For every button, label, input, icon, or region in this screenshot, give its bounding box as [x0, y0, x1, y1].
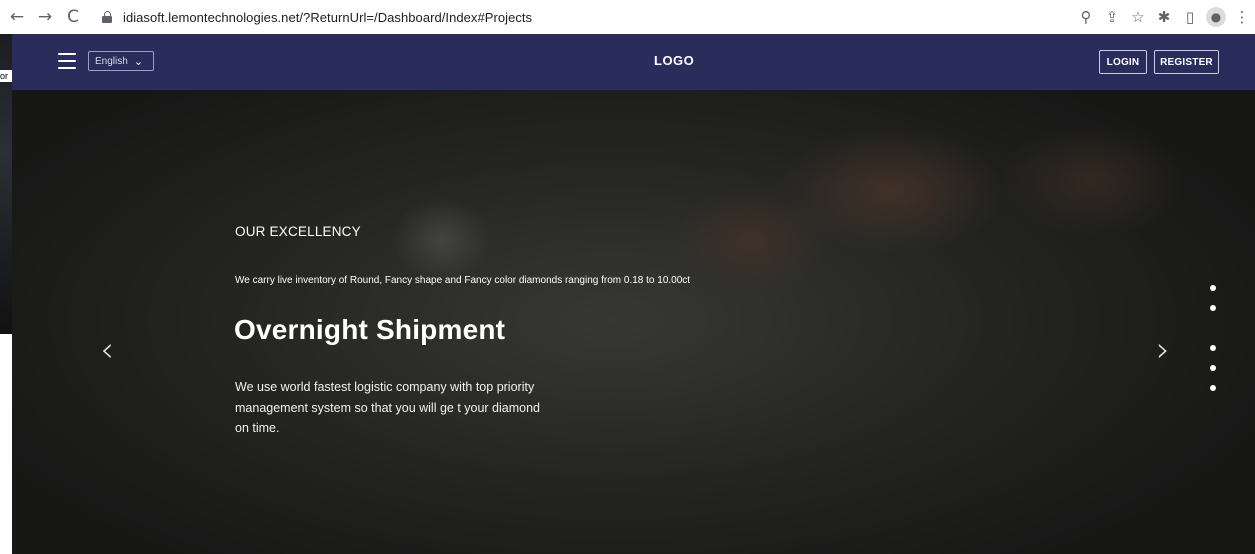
carousel-next-arrow-icon[interactable]: ›: [1148, 330, 1178, 370]
reload-icon[interactable]: C: [62, 6, 84, 28]
browser-toolbar: ← → C idiasoft.lemontechnologies.net/?Re…: [0, 0, 1255, 34]
carousel-indicators: [1210, 285, 1218, 405]
chevron-down-icon: ⌄: [133, 54, 144, 68]
extensions-icon[interactable]: ✱: [1151, 4, 1177, 30]
background-window-text: or: [0, 70, 12, 82]
language-selected-label: English: [95, 55, 128, 67]
share-icon[interactable]: ⇪: [1099, 4, 1125, 30]
site-logo[interactable]: LOGO: [654, 53, 694, 68]
background-window-strip: or: [0, 34, 12, 554]
carousel-prev-arrow-icon[interactable]: ‹: [92, 330, 122, 370]
menu-icon[interactable]: ⋮: [1229, 4, 1255, 30]
back-icon[interactable]: ←: [6, 6, 28, 28]
bookmark-star-icon[interactable]: ☆: [1125, 4, 1151, 30]
side-panel-icon[interactable]: ▯: [1177, 4, 1203, 30]
forward-icon[interactable]: →: [34, 6, 56, 28]
carousel-dot[interactable]: [1210, 305, 1216, 311]
carousel-dot[interactable]: [1210, 385, 1216, 391]
register-button[interactable]: REGISTER: [1154, 50, 1219, 74]
hero-small-description: We carry live inventory of Round, Fancy …: [235, 275, 691, 286]
profile-icon[interactable]: ●: [1203, 4, 1229, 30]
carousel-dot[interactable]: [1210, 285, 1216, 291]
carousel-dot[interactable]: [1210, 365, 1216, 371]
hero-headline: Overnight Shipment: [234, 314, 506, 345]
zoom-icon[interactable]: ⚲: [1073, 4, 1099, 30]
hero-eyebrow: OUR EXCELLENCY: [235, 224, 361, 239]
language-select[interactable]: English ⌄: [88, 51, 154, 71]
site-header: English ⌄ LOGO LOGIN REGISTER: [12, 34, 1255, 90]
carousel-dot[interactable]: [1210, 345, 1216, 351]
login-button[interactable]: LOGIN: [1099, 50, 1147, 74]
hamburger-menu-icon[interactable]: [58, 53, 76, 69]
hero-carousel: OUR EXCELLENCY We carry live inventory o…: [12, 90, 1255, 554]
hero-description: We use world fastest logistic company wi…: [235, 380, 541, 435]
lock-icon[interactable]: [102, 11, 113, 23]
address-bar[interactable]: idiasoft.lemontechnologies.net/?ReturnUr…: [123, 10, 532, 25]
